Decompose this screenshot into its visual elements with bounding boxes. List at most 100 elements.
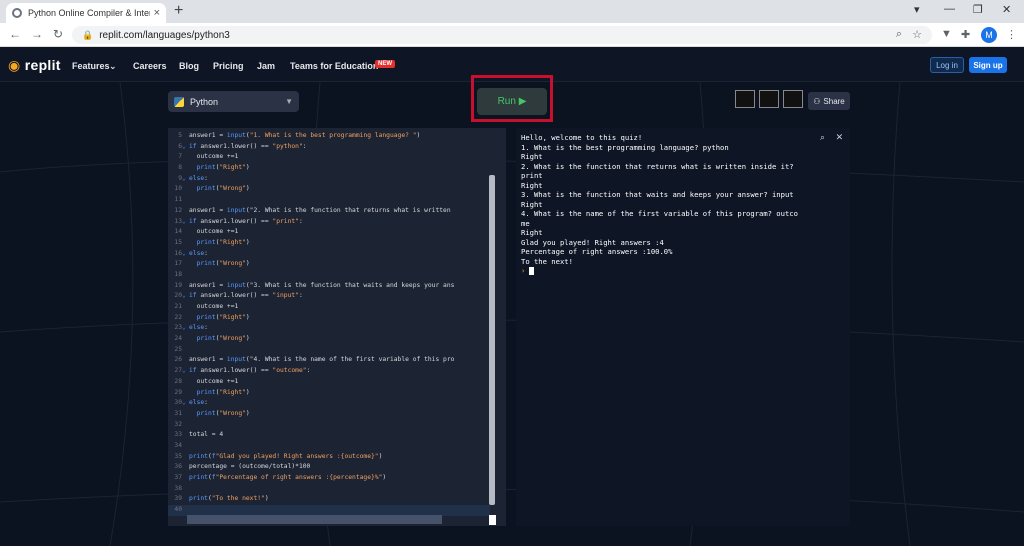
code-line[interactable]: 19 answer1 = input("3. What is the functi… [168, 281, 490, 292]
code-line[interactable]: 10 print("Wrong") [168, 184, 490, 195]
code-line[interactable]: 5 answer1 = input("1. What is the best pr… [168, 131, 490, 142]
fold-icon[interactable] [182, 355, 189, 366]
fold-icon[interactable]: ⌄ [182, 174, 189, 185]
fold-icon[interactable] [182, 163, 189, 174]
extension-icon[interactable]: ▼ [941, 28, 952, 40]
code-line[interactable]: 12 answer1 = input("2. What is the functi… [168, 206, 490, 217]
fold-icon[interactable] [182, 388, 189, 399]
code-line[interactable]: 6 ⌄ if answer1.lower() == "python": [168, 142, 490, 153]
fold-icon[interactable] [182, 377, 189, 388]
fold-icon[interactable] [182, 484, 189, 495]
fold-icon[interactable] [182, 462, 189, 473]
login-button[interactable]: Log in [930, 57, 964, 73]
fold-icon[interactable] [182, 345, 189, 356]
share-button[interactable]: ⚇ Share [808, 92, 850, 110]
nav-pricing[interactable]: Pricing [213, 61, 244, 71]
profile-dropdown-icon[interactable]: ▾ [914, 3, 920, 16]
signup-button[interactable]: Sign up [969, 57, 1007, 73]
fold-icon[interactable] [182, 281, 189, 292]
fold-icon[interactable] [182, 409, 189, 420]
code-line[interactable]: 8 print("Right") [168, 163, 490, 174]
new-tab-button[interactable]: + [174, 2, 183, 20]
fold-icon[interactable] [182, 473, 189, 484]
code-line[interactable]: 21 outcome +=1 [168, 302, 490, 313]
reload-icon[interactable]: ↻ [53, 27, 63, 41]
fold-icon[interactable]: ⌄ [182, 366, 189, 377]
code-line[interactable]: 22 print("Right") [168, 313, 490, 324]
maximize-icon[interactable]: ❐ [973, 3, 983, 16]
nav-teams-for-education[interactable]: Teams for Education [290, 61, 378, 71]
code-line[interactable]: 24 print("Wrong") [168, 334, 490, 345]
code-line[interactable]: 27 ⌄ if answer1.lower() == "outcome": [168, 366, 490, 377]
fold-icon[interactable] [182, 206, 189, 217]
profile-avatar[interactable]: M [981, 27, 997, 43]
code-line[interactable]: 38 [168, 484, 490, 495]
code-line[interactable]: 20 ⌄ if answer1.lower() == "input": [168, 291, 490, 302]
code-line[interactable]: 25 [168, 345, 490, 356]
fold-icon[interactable] [182, 420, 189, 431]
fold-icon[interactable]: ⌄ [182, 249, 189, 260]
back-icon[interactable]: ← [9, 27, 21, 41]
fold-icon[interactable] [182, 270, 189, 281]
user-avatar[interactable] [735, 90, 755, 108]
fold-icon[interactable] [182, 494, 189, 505]
fold-icon[interactable]: ⌄ [182, 142, 189, 153]
fold-icon[interactable] [182, 152, 189, 163]
fold-icon[interactable] [182, 452, 189, 463]
code-line[interactable]: 9 ⌄ else: [168, 174, 490, 185]
fold-icon[interactable] [182, 238, 189, 249]
code-line[interactable]: 28 outcome +=1 [168, 377, 490, 388]
code-line[interactable]: 16 ⌄ else: [168, 249, 490, 260]
code-line[interactable]: 29 print("Right") [168, 388, 490, 399]
fold-icon[interactable]: ⌄ [182, 323, 189, 334]
code-line[interactable]: 30 ⌄ else: [168, 398, 490, 409]
code-editor[interactable]: 5 answer1 = input("1. What is the best pr… [168, 128, 506, 526]
code-line[interactable]: 33 total = 4 [168, 430, 490, 441]
fold-icon[interactable] [182, 131, 189, 142]
code-line[interactable]: 34 [168, 441, 490, 452]
nav-blog[interactable]: Blog [179, 61, 199, 71]
fold-icon[interactable]: ⌄ [182, 291, 189, 302]
replit-logo[interactable]: ◉ replit [8, 57, 61, 74]
user-avatar[interactable] [783, 90, 803, 108]
minimize-icon[interactable]: — [944, 3, 955, 15]
code-line[interactable]: 26 answer1 = input("4. What is the name o… [168, 355, 490, 366]
code-line[interactable]: 7 outcome +=1 [168, 152, 490, 163]
menu-icon[interactable]: ⋮ [1006, 28, 1017, 41]
fold-icon[interactable] [182, 302, 189, 313]
fold-icon[interactable] [182, 184, 189, 195]
close-window-icon[interactable]: ✕ [1002, 3, 1011, 16]
zoom-icon[interactable]: ⌕ [896, 28, 902, 41]
code-line[interactable]: 36 percentage = (outcome/total)*100 [168, 462, 490, 473]
nav-careers[interactable]: Careers [133, 61, 167, 71]
fold-icon[interactable] [182, 259, 189, 270]
console-prompt[interactable]: › [521, 266, 831, 276]
forward-icon[interactable]: → [31, 27, 43, 41]
code-line[interactable]: 15 print("Right") [168, 238, 490, 249]
language-select[interactable]: Python ▼ [168, 91, 299, 112]
fold-icon[interactable]: ⌄ [182, 398, 189, 409]
code-line[interactable]: 11 [168, 195, 490, 206]
code-line[interactable]: 37 print(f"Percentage of right answers :{… [168, 473, 490, 484]
code-line[interactable]: 17 print("Wrong") [168, 259, 490, 270]
code-line[interactable]: 31 print("Wrong") [168, 409, 490, 420]
fold-icon[interactable] [182, 227, 189, 238]
search-icon[interactable]: ⌕ [820, 132, 825, 142]
console-panel[interactable]: Hello, welcome to this quiz! 1. What is t… [516, 128, 850, 526]
code-line[interactable]: 23 ⌄ else: [168, 323, 490, 334]
code-line[interactable]: 35 print(f"Glad you played! Right answers… [168, 452, 490, 463]
bookmark-star-icon[interactable]: ☆ [912, 28, 922, 41]
browser-tab[interactable]: Python Online Compiler & Interp × [6, 3, 166, 23]
editor-vertical-scrollbar[interactable] [489, 175, 495, 505]
clear-console-icon[interactable]: ✕ [836, 132, 844, 142]
fold-icon[interactable] [182, 430, 189, 441]
fold-icon[interactable] [182, 441, 189, 452]
fold-icon[interactable] [182, 195, 189, 206]
code-line[interactable]: 14 outcome +=1 [168, 227, 490, 238]
editor-horizontal-scrollbar[interactable] [187, 515, 442, 524]
fold-icon[interactable] [182, 334, 189, 345]
address-bar[interactable]: 🔒 replit.com/languages/python3 ⌕ ☆ [72, 26, 932, 44]
code-line[interactable]: 39 print("To the next!") [168, 494, 490, 505]
code-line[interactable]: 32 [168, 420, 490, 431]
code-line[interactable]: 18 [168, 270, 490, 281]
